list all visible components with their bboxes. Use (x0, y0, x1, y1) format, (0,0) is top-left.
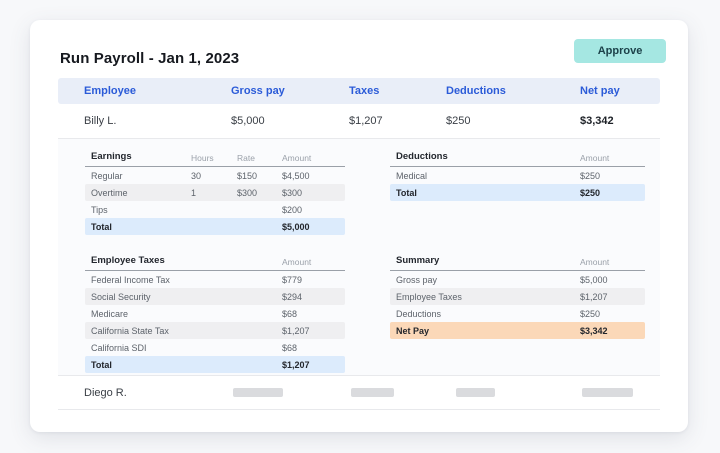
skeleton-bar (456, 388, 495, 397)
row-label: Regular (91, 171, 123, 181)
table-row: Tips $200 (85, 201, 345, 218)
earnings-title: Earnings (91, 151, 132, 162)
employee-taxes-title: Employee Taxes (91, 255, 165, 266)
table-row: California SDI $68 (85, 339, 345, 356)
deductions-header: Deductions Amount (390, 149, 645, 167)
summary-title: Summary (396, 255, 439, 266)
row-amount: $300 (282, 188, 302, 198)
row-amount: $4,500 (282, 171, 310, 181)
employee-name: Billy L. (84, 104, 116, 138)
row-hours: 30 (191, 171, 201, 181)
row-label: California SDI (91, 343, 147, 353)
table-row: Employee Taxes $1,207 (390, 288, 645, 305)
row-amount: $68 (282, 343, 297, 353)
table-row: Federal Income Tax $779 (85, 271, 345, 288)
taxes-value: $1,207 (349, 104, 383, 138)
table-row: Regular 30 $150 $4,500 (85, 167, 345, 184)
employee-taxes-table: Employee Taxes Amount Federal Income Tax… (85, 253, 345, 373)
employee-detail-section: Earnings Hours Rate Amount Regular 30 $1… (58, 139, 660, 375)
row-amount: $779 (282, 275, 302, 285)
summary-header: Summary Amount (390, 253, 645, 271)
row-label: Tips (91, 205, 108, 215)
table-row-total: Total $250 (390, 184, 645, 201)
row-amount: $250 (580, 171, 600, 181)
row-label: Deductions (396, 309, 441, 319)
row-label: Net Pay (396, 326, 429, 336)
table-row-total: Total $1,207 (85, 356, 345, 373)
row-hours: 1 (191, 188, 196, 198)
row-amount: $250 (580, 188, 600, 198)
approve-button[interactable]: Approve (574, 39, 666, 63)
table-row-total: Total $5,000 (85, 218, 345, 235)
table-row: California State Tax $1,207 (85, 322, 345, 339)
row-amount: $1,207 (282, 360, 310, 370)
employee-taxes-col-amount: Amount (282, 257, 311, 267)
row-label: Employee Taxes (396, 292, 462, 302)
skeleton-bar (351, 388, 394, 397)
column-header-deductions: Deductions (446, 78, 506, 104)
payroll-card: Run Payroll - Jan 1, 2023 Approve Employ… (30, 20, 688, 432)
earnings-table: Earnings Hours Rate Amount Regular 30 $1… (85, 149, 345, 235)
deductions-col-amount: Amount (580, 153, 609, 163)
earnings-col-amount: Amount (282, 153, 311, 163)
row-amount: $5,000 (282, 222, 310, 232)
table-row: Medical $250 (390, 167, 645, 184)
row-amount: $3,342 (580, 326, 608, 336)
row-rate: $150 (237, 171, 257, 181)
employee-row-billy[interactable]: Billy L. $5,000 $1,207 $250 $3,342 (58, 104, 660, 138)
column-header-gross-pay: Gross pay (231, 78, 285, 104)
column-header-taxes: Taxes (349, 78, 379, 104)
table-row-net-pay: Net Pay $3,342 (390, 322, 645, 339)
earnings-col-hours: Hours (191, 153, 214, 163)
table-row: Social Security $294 (85, 288, 345, 305)
table-row: Overtime 1 $300 $300 (85, 184, 345, 201)
employee-name: Diego R. (84, 376, 127, 409)
row-label: Total (91, 360, 112, 370)
table-row: Gross pay $5,000 (390, 271, 645, 288)
row-label: Gross pay (396, 275, 437, 285)
table-header-row: Employee Gross pay Taxes Deductions Net … (58, 78, 660, 104)
summary-col-amount: Amount (580, 257, 609, 267)
row-amount: $1,207 (282, 326, 310, 336)
net-pay-value: $3,342 (580, 104, 614, 138)
row-label: California State Tax (91, 326, 169, 336)
employee-taxes-header: Employee Taxes Amount (85, 253, 345, 271)
column-header-net-pay: Net pay (580, 78, 620, 104)
deductions-value: $250 (446, 104, 470, 138)
deductions-title: Deductions (396, 151, 448, 162)
row-amount: $200 (282, 205, 302, 215)
row-amount: $294 (282, 292, 302, 302)
row-rate: $300 (237, 188, 257, 198)
summary-table: Summary Amount Gross pay $5,000 Employee… (390, 253, 645, 339)
employee-row-diego[interactable]: Diego R. (58, 376, 660, 409)
earnings-col-rate: Rate (237, 153, 255, 163)
column-header-employee: Employee (84, 78, 136, 104)
row-label: Medicare (91, 309, 128, 319)
row-label: Total (396, 188, 417, 198)
row-amount: $250 (580, 309, 600, 319)
row-label: Medical (396, 171, 427, 181)
table-row: Medicare $68 (85, 305, 345, 322)
gross-pay-value: $5,000 (231, 104, 265, 138)
earnings-header: Earnings Hours Rate Amount (85, 149, 345, 167)
row-label: Federal Income Tax (91, 275, 170, 285)
divider (58, 409, 660, 410)
skeleton-bar (582, 388, 633, 397)
deductions-table: Deductions Amount Medical $250 Total $25… (390, 149, 645, 201)
row-amount: $5,000 (580, 275, 608, 285)
row-amount: $1,207 (580, 292, 608, 302)
skeleton-bar (233, 388, 283, 397)
row-amount: $68 (282, 309, 297, 319)
row-label: Total (91, 222, 112, 232)
row-label: Social Security (91, 292, 151, 302)
page-title: Run Payroll - Jan 1, 2023 (60, 50, 239, 67)
row-label: Overtime (91, 188, 128, 198)
table-row: Deductions $250 (390, 305, 645, 322)
